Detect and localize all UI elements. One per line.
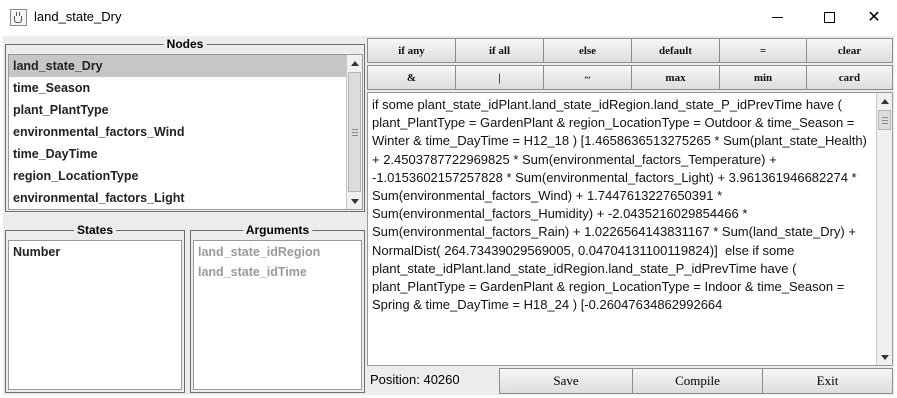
card-button[interactable]: card — [806, 65, 893, 90]
arrow-up-icon — [350, 60, 359, 66]
arguments-title: Arguments — [242, 223, 313, 237]
scroll-up-arrow[interactable] — [877, 93, 892, 109]
close-button[interactable]: ✕ — [851, 0, 897, 34]
compile-button[interactable]: Compile — [632, 368, 763, 394]
arrow-down-icon — [350, 198, 359, 204]
arrow-down-icon — [880, 354, 889, 360]
maximize-button[interactable] — [806, 0, 852, 34]
bottom-bar: Position: 40260 Save Compile Exit — [367, 367, 893, 394]
close-icon: ✕ — [867, 7, 881, 26]
main-frame: Nodes land_state_Dry time_Season plant_P… — [3, 36, 894, 395]
states-title: States — [73, 223, 117, 237]
nodes-title: Nodes — [163, 37, 207, 51]
and-button[interactable]: & — [367, 65, 456, 90]
arrow-up-icon — [880, 98, 889, 104]
argument-item[interactable]: land_state_idRegion — [194, 242, 361, 262]
not-button[interactable]: ~ — [543, 65, 632, 90]
node-item-time-daytime[interactable]: time_DayTime — [9, 143, 362, 165]
argument-item[interactable]: land_state_idTime — [194, 262, 361, 282]
max-button[interactable]: max — [631, 65, 720, 90]
maximize-icon — [823, 11, 835, 23]
editor-scroll-thumb[interactable] — [878, 110, 891, 130]
default-button[interactable]: default — [631, 38, 720, 63]
arguments-list[interactable]: land_state_idRegion land_state_idTime — [193, 240, 362, 390]
nodes-scroll-thumb[interactable] — [348, 72, 361, 192]
min-button[interactable]: min — [719, 65, 807, 90]
states-panel: States Number — [5, 223, 185, 393]
arguments-panel: Arguments land_state_idRegion land_state… — [190, 223, 365, 393]
states-list[interactable]: Number — [8, 240, 182, 390]
node-item-environmental-factors-wind[interactable]: environmental_factors_Wind — [9, 121, 362, 143]
node-item-region-locationtype[interactable]: region_LocationType — [9, 165, 362, 187]
else-button[interactable]: else — [543, 38, 632, 63]
minimize-button[interactable] — [754, 0, 800, 34]
clear-button[interactable]: clear — [806, 38, 893, 63]
java-cup-icon — [10, 9, 27, 26]
title-bar: land_state_Dry ✕ — [0, 0, 897, 34]
save-button[interactable]: Save — [499, 368, 633, 394]
exit-button[interactable]: Exit — [762, 368, 893, 394]
nodes-panel: Nodes land_state_Dry time_Season plant_P… — [5, 37, 365, 212]
minimize-icon — [771, 16, 783, 18]
editor-scrollbar[interactable] — [876, 93, 892, 365]
nodes-list[interactable]: land_state_Dry time_Season plant_PlantTy… — [8, 54, 363, 210]
position-label: Position: 40260 — [370, 372, 460, 387]
scroll-down-arrow[interactable] — [347, 193, 362, 209]
node-item-environmental-factors-light[interactable]: environmental_factors_Light — [9, 187, 362, 209]
node-item-time-season[interactable]: time_Season — [9, 77, 362, 99]
if-any-button[interactable]: if any — [367, 38, 456, 63]
window-title: land_state_Dry — [34, 9, 122, 24]
or-button[interactable]: | — [455, 65, 544, 90]
expression-text[interactable]: if some plant_state_idPlant.land_state_i… — [372, 96, 874, 314]
nodes-scrollbar[interactable] — [346, 55, 362, 209]
expression-editor[interactable]: if some plant_state_idPlant.land_state_i… — [367, 92, 893, 366]
state-item[interactable]: Number — [9, 242, 181, 262]
if-all-button[interactable]: if all — [455, 38, 544, 63]
node-item-plant-planttype[interactable]: plant_PlantType — [9, 99, 362, 121]
operator-toolbar: if any if all else default = clear & | ~… — [367, 38, 893, 90]
node-item-land-state-dry[interactable]: land_state_Dry — [9, 55, 362, 77]
scroll-down-arrow[interactable] — [877, 349, 892, 365]
equals-button[interactable]: = — [719, 38, 807, 63]
scroll-up-arrow[interactable] — [347, 55, 362, 71]
